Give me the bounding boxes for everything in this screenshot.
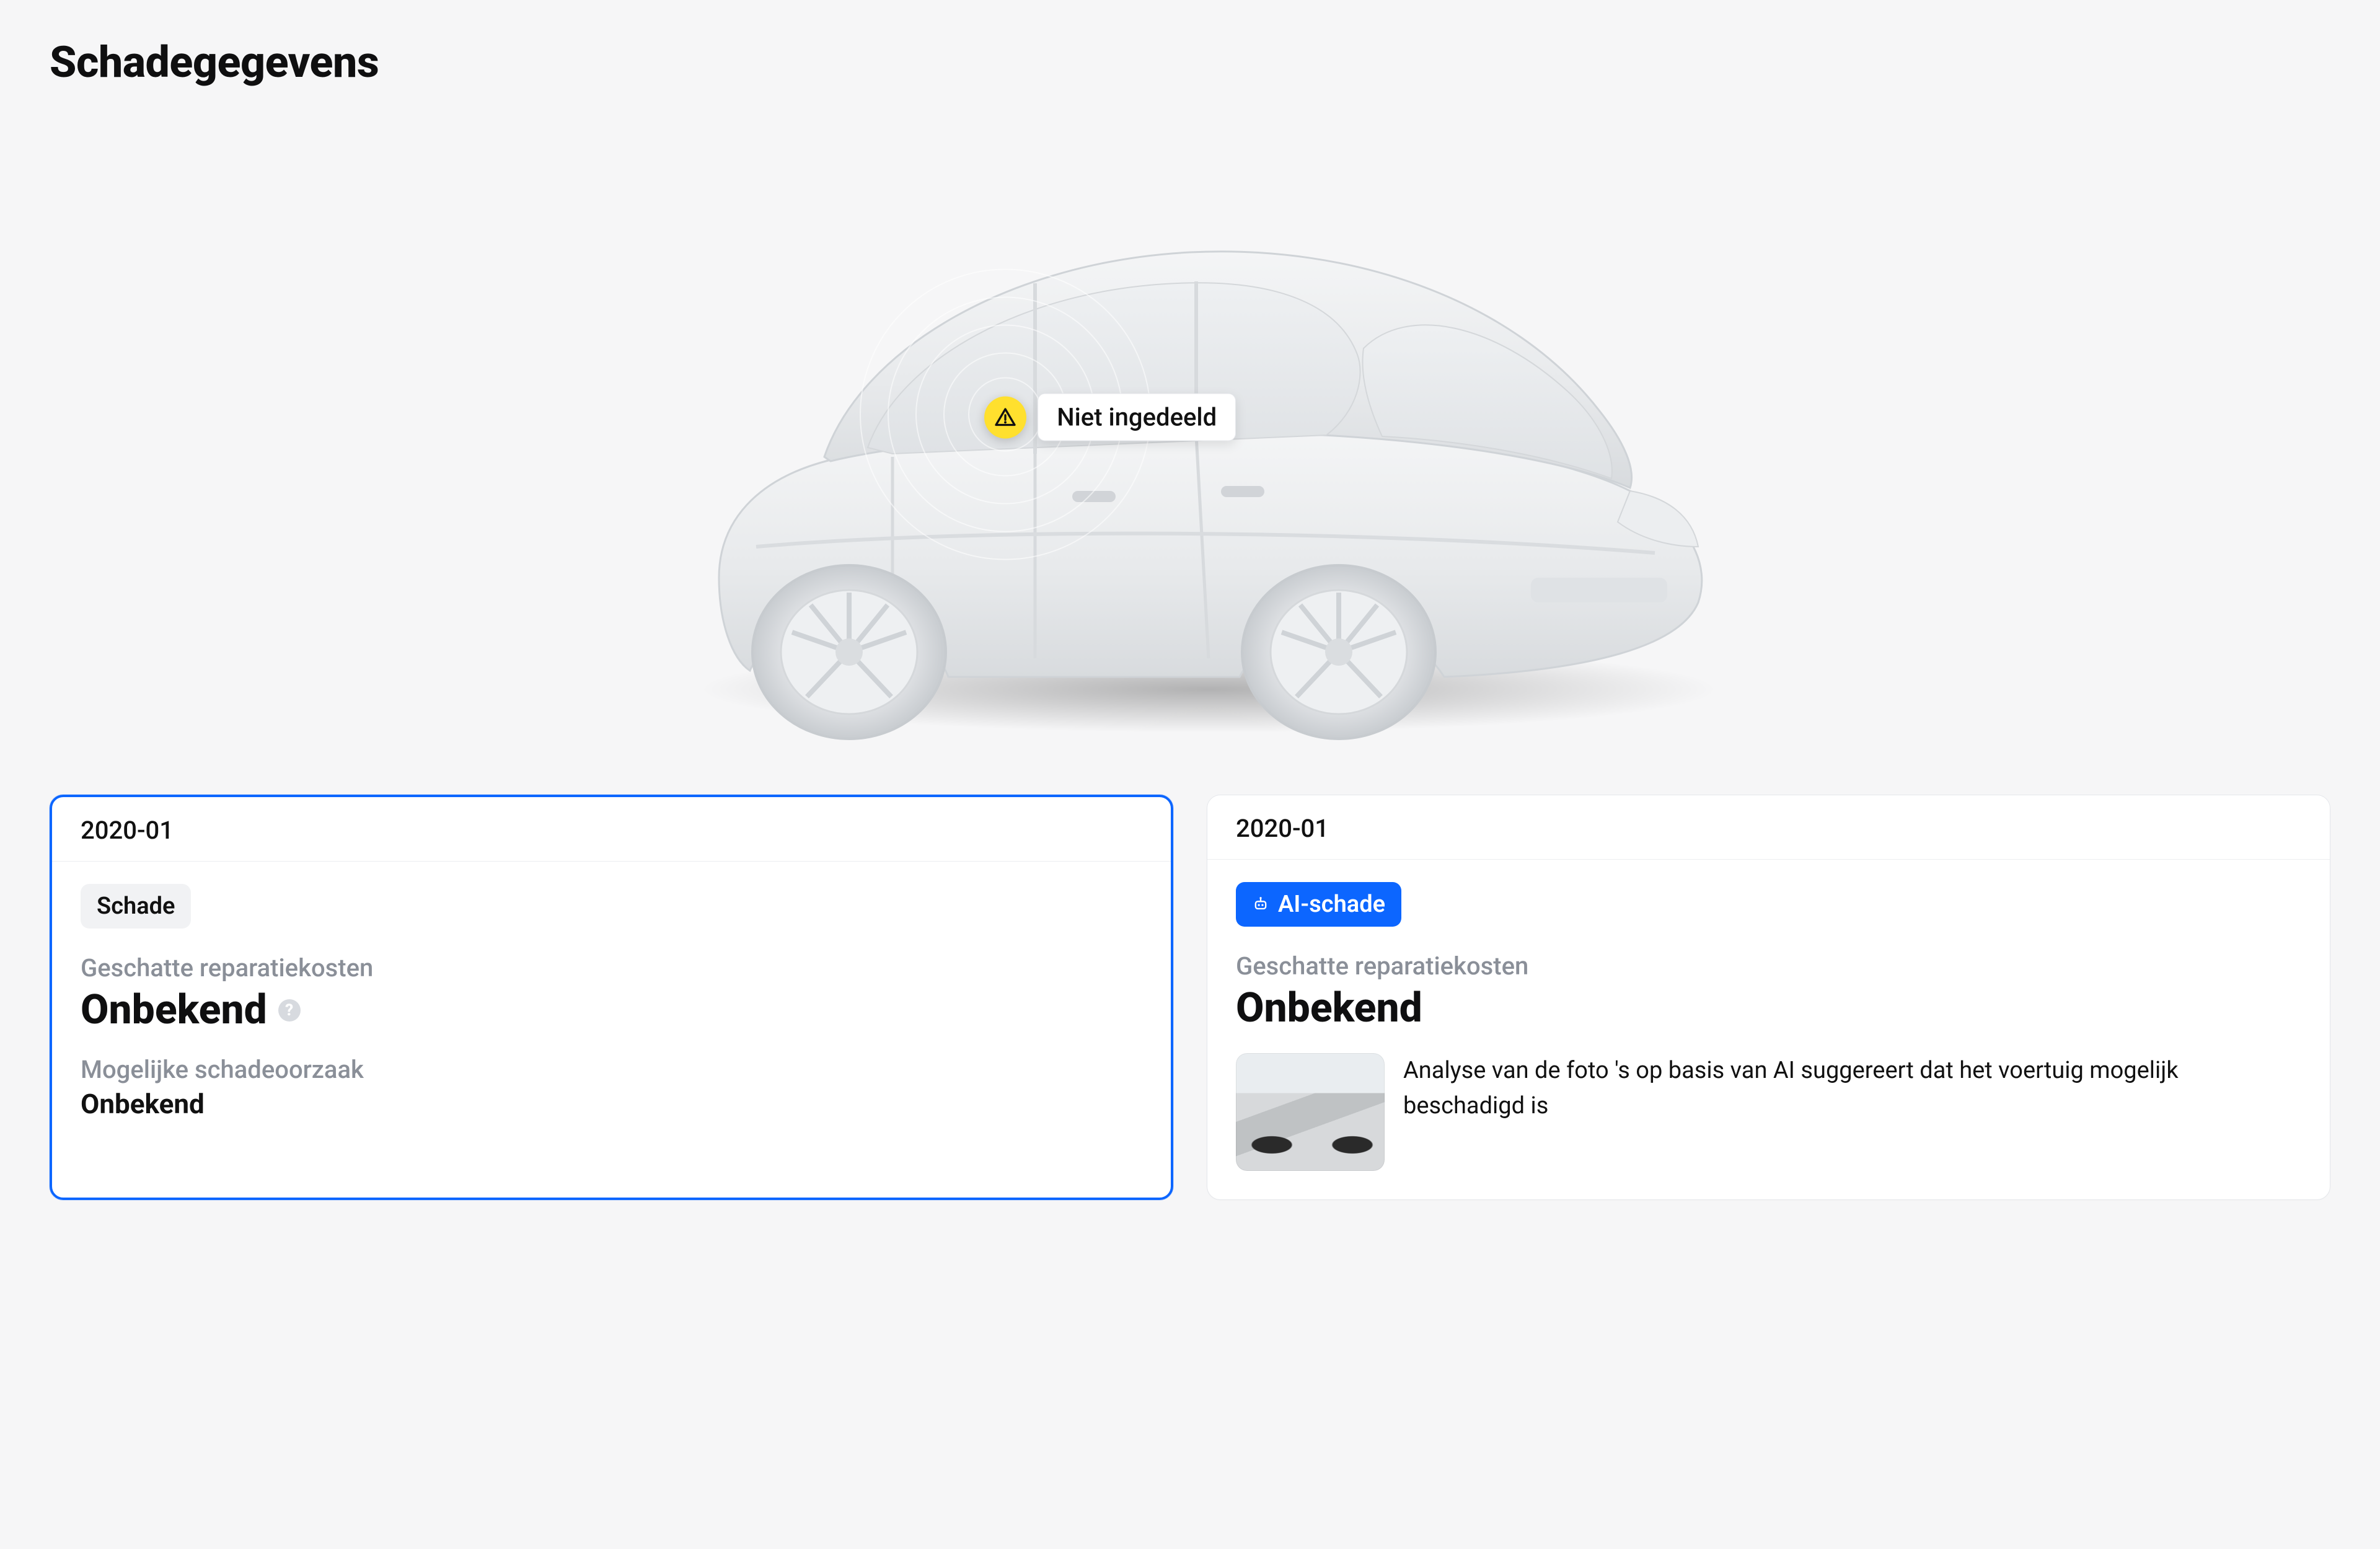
robot-icon <box>1252 896 1269 913</box>
warning-triangle-icon[interactable] <box>984 396 1026 438</box>
help-icon[interactable]: ? <box>278 999 301 1022</box>
ai-analysis-text: Analyse van de foto 's op basis van AI s… <box>1403 1053 2301 1124</box>
damage-photo-thumbnail[interactable] <box>1236 1053 1385 1171</box>
damage-cause-value: Onbekend <box>81 1088 1142 1120</box>
car-illustration-stage: Niet ingedeeld <box>50 113 2330 782</box>
damage-cards: 2020-01 Schade Geschatte reparatiekosten… <box>50 795 2330 1200</box>
car-illustration <box>601 144 1779 751</box>
ai-damage-chip: AI-schade <box>1236 882 1401 927</box>
page-title: Schadegegevens <box>50 37 2330 88</box>
ai-damage-chip-label: AI-schade <box>1278 891 1385 918</box>
damage-chip-label: Schade <box>97 893 175 920</box>
repair-cost-value: Onbekend <box>81 986 267 1034</box>
damage-card-date: 2020-01 <box>1207 795 2330 860</box>
repair-cost-label: Geschatte reparatiekosten <box>81 953 1142 982</box>
damage-card[interactable]: 2020-01 AI-schade Geschatte reparatiekos… <box>1207 795 2330 1200</box>
damage-card[interactable]: 2020-01 Schade Geschatte reparatiekosten… <box>50 795 1173 1200</box>
damage-card-date: 2020-01 <box>52 797 1171 862</box>
damage-chip: Schade <box>81 884 191 929</box>
repair-cost-label: Geschatte reparatiekosten <box>1236 951 2301 981</box>
damage-cause-label: Mogelijke schadeoorzaak <box>81 1055 1142 1084</box>
hotspot-label[interactable]: Niet ingedeeld <box>1038 394 1236 441</box>
repair-cost-value: Onbekend <box>1236 984 1422 1032</box>
